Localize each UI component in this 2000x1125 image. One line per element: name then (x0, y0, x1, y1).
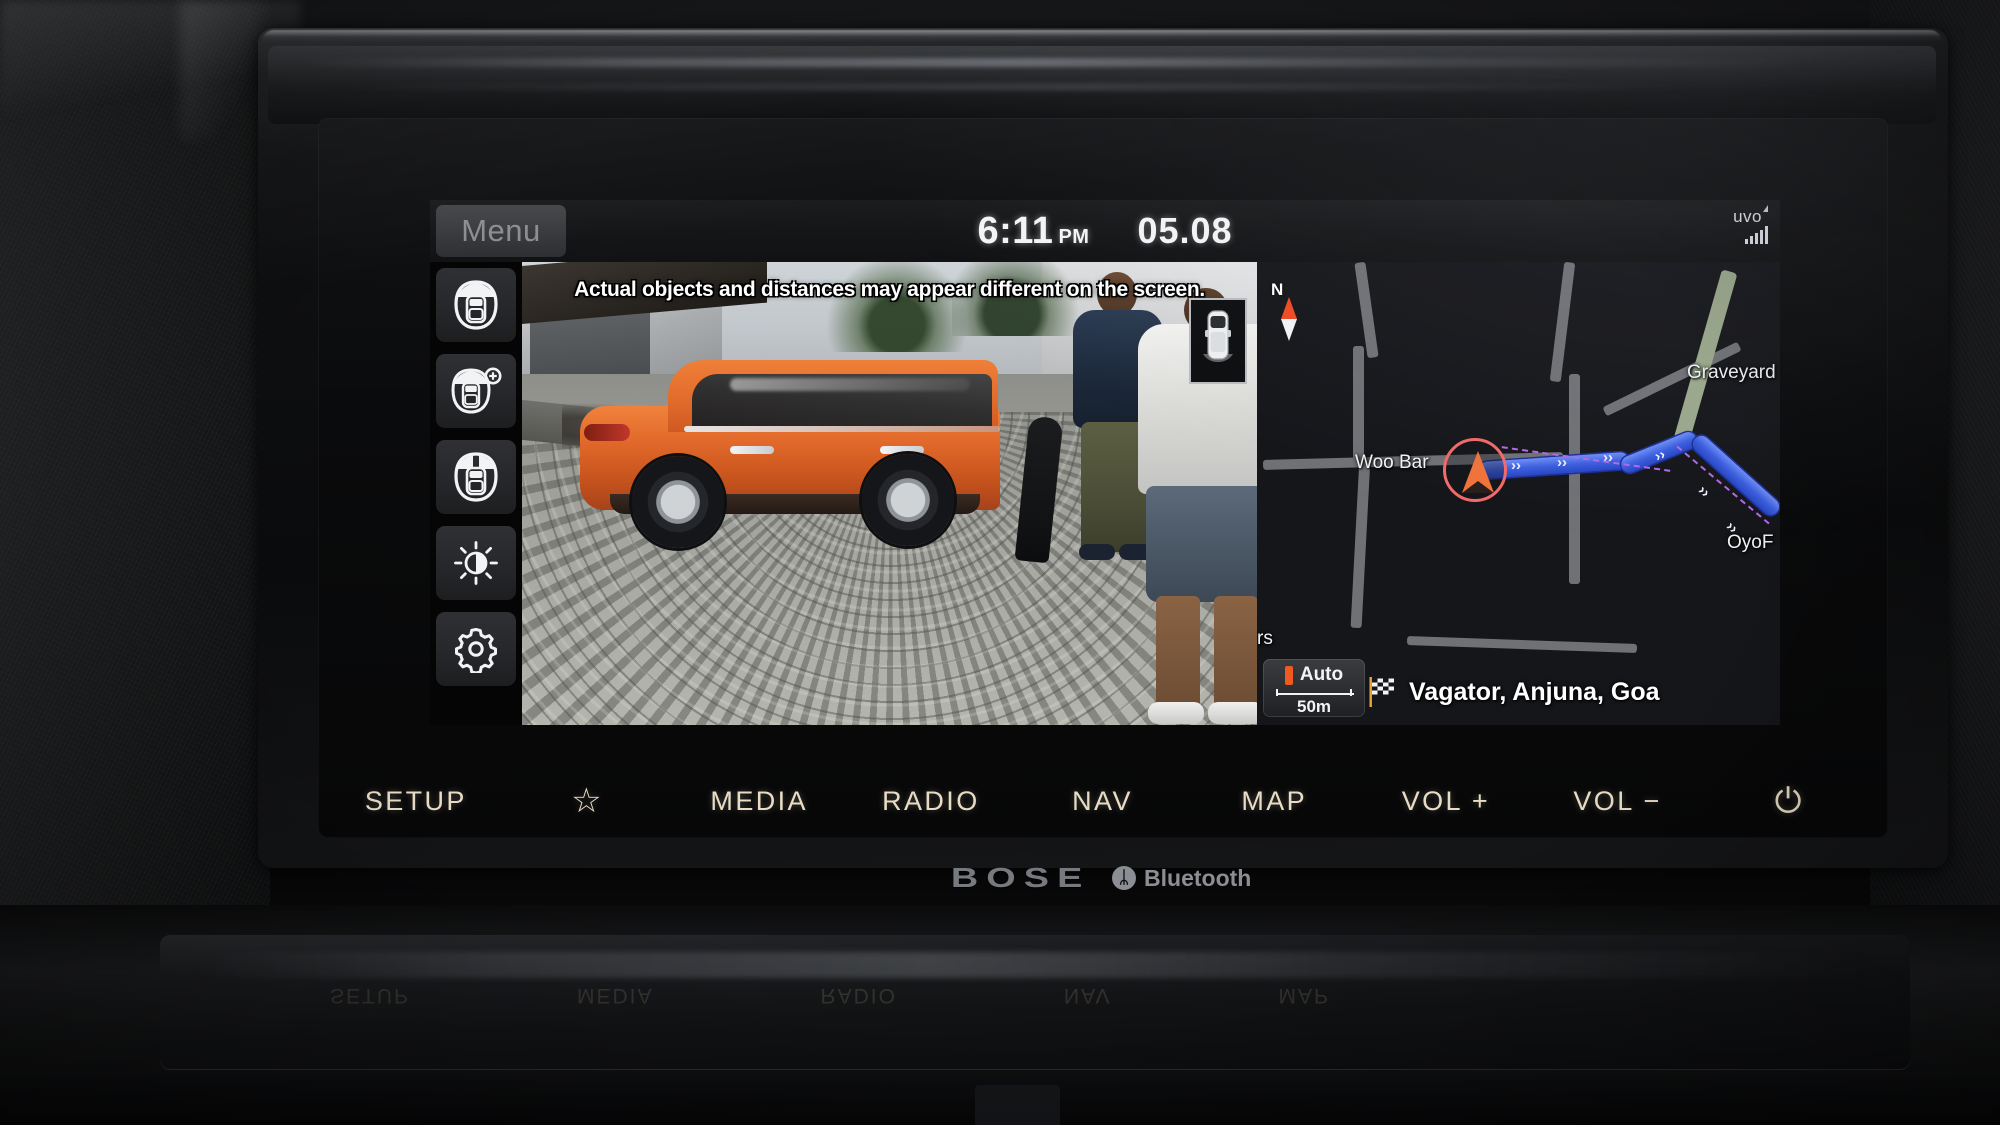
suv-glass-reflection (730, 378, 970, 391)
map-label-graveyard-yard: Graveyard Yard (1687, 362, 1780, 383)
pedestrian-b-leg-right (1214, 596, 1257, 708)
hw-button-radio[interactable]: RADIO (845, 755, 1017, 847)
suv-wheel-front (862, 454, 954, 546)
map-road-lower (1406, 635, 1638, 654)
car-wide-view-icon (450, 366, 502, 416)
suv-tail-light (584, 424, 630, 441)
clock-ampm: PM (1058, 225, 1090, 248)
bezel-reflection-streak-secondary (330, 84, 1710, 90)
hardware-button-row: SETUP ☆ MEDIA RADIO NAV MAP VOL + VOL − … (330, 755, 1875, 847)
clock-area: 6:11 PM 05.08 (430, 200, 1780, 262)
ghost-label-nav: NAV (1063, 984, 1112, 1007)
map-label-woo-bar: Woo Bar (1355, 452, 1429, 473)
map-label-oyof: OyoF (1727, 532, 1774, 553)
navigation-map[interactable]: N ›› ›› ›› ›› ›› ›› Graveyard Yard Woo B… (1257, 262, 1780, 725)
scene-palm-tree-1 (822, 262, 972, 352)
uvo-logo: uvo (1733, 205, 1768, 225)
ghost-label-media: MEDIA (576, 984, 654, 1007)
suv-door-handle-front (880, 446, 924, 454)
rear-view-camera-button[interactable] (436, 268, 516, 342)
map-route-segment-3 (1689, 432, 1780, 519)
map-route-chevron-1: ›› (1511, 457, 1521, 474)
bezel-chrome-edge (262, 30, 1942, 42)
car-split-view-icon (453, 452, 499, 502)
camera-view-rail (430, 262, 522, 725)
console-reflected-labels: SETUP MEDIA RADIO NAV MAP (330, 975, 1330, 1015)
bluetooth-label: Bluetooth (1144, 864, 1252, 891)
ghost-label-radio: RADIO (820, 984, 897, 1007)
map-scale-mode-swatch (1284, 665, 1293, 685)
brightness-icon (452, 539, 500, 587)
dashboard-left-texture (0, 0, 270, 1000)
brand-strip: BOSE ᛦ Bluetooth (880, 858, 1340, 898)
map-road-vertical-mid (1569, 374, 1580, 584)
map-route-chevron-5: ›› (1694, 481, 1714, 502)
map-destination-text: Vagator, Anjuna, Goa (1409, 677, 1660, 706)
hw-button-volume-up[interactable]: VOL + (1360, 755, 1532, 847)
clock-time: 6:11 PM (977, 210, 1089, 253)
console-center-notch (975, 1085, 1060, 1125)
uvo-status-group: uvo (1733, 205, 1768, 244)
top-down-car-guide-icon (1189, 298, 1247, 384)
map-destination-bar[interactable]: Vagator, Anjuna, Goa (1369, 669, 1776, 715)
rear-camera-feed: Actual objects and distances may appear … (522, 262, 1257, 725)
hw-button-setup[interactable]: SETUP (330, 755, 502, 847)
camera-warning-text: Actual objects and distances may appear … (574, 278, 1205, 301)
pedestrian-b-shoe-right (1208, 702, 1257, 724)
car-rear-view-icon (453, 280, 499, 330)
infotainment-screen: Menu 6:11 PM 05.08 uvo Actual objects an… (430, 200, 1780, 725)
split-view-camera-button[interactable] (436, 440, 516, 514)
suv-wheel-rear (632, 456, 724, 548)
hw-button-nav[interactable]: NAV (1017, 755, 1189, 847)
map-scale-mode-label: Auto (1299, 664, 1344, 685)
power-icon[interactable]: ⏻ (1703, 755, 1875, 847)
compass-needle-south (1281, 319, 1297, 341)
map-road-north-3 (1549, 262, 1576, 383)
map-road-south-1 (1350, 457, 1371, 629)
status-bar: Menu 6:11 PM 05.08 uvo (430, 200, 1780, 262)
bluetooth-branding: ᛦ Bluetooth (1112, 865, 1251, 892)
map-green-corridor (1672, 269, 1738, 447)
map-road-north-1 (1354, 262, 1379, 359)
clock-time-value: 6:11 (977, 209, 1054, 252)
map-road-north-2 (1353, 346, 1364, 466)
brightness-button[interactable] (436, 526, 516, 600)
hw-button-map[interactable]: MAP (1188, 755, 1360, 847)
suv-door-handle-rear (730, 446, 774, 454)
camera-scene (522, 262, 1257, 725)
hw-button-media[interactable]: MEDIA (673, 755, 845, 847)
dashboard-edge-highlight (180, 0, 260, 140)
pedestrian-b-shorts (1146, 486, 1257, 602)
camera-settings-button[interactable] (436, 612, 516, 686)
gear-icon (452, 625, 500, 673)
map-scale-indicator[interactable]: Auto 50m (1263, 659, 1365, 717)
checkered-flag-icon (1369, 677, 1397, 707)
pedestrian-b-leg-left (1156, 596, 1200, 708)
clock-date: 05.08 (1137, 210, 1233, 251)
compass-needle-north (1281, 297, 1297, 319)
scene-orange-suv (580, 354, 1000, 548)
ghost-label-setup: SETUP (330, 984, 411, 1007)
bezel-reflection-streak (300, 58, 1820, 67)
map-scale-bar (1276, 689, 1354, 696)
pedestrian-a-shoe-left (1079, 544, 1115, 560)
bluetooth-icon: ᛦ (1112, 866, 1137, 890)
map-vehicle-marker (1443, 438, 1507, 502)
screenshot-root: Menu 6:11 PM 05.08 uvo Actual objects an… (0, 0, 2000, 1125)
suv-beltline-trim (684, 426, 1000, 432)
hw-button-volume-down[interactable]: VOL − (1532, 755, 1704, 847)
map-scale-mode-row: Auto (1284, 664, 1344, 686)
bose-logo: BOSE (950, 862, 1091, 893)
map-compass: N (1271, 280, 1301, 342)
map-vehicle-arrow-notch (1462, 481, 1494, 493)
signal-bars-icon (1745, 226, 1768, 244)
ghost-label-map: MAP (1278, 984, 1330, 1007)
wide-view-camera-button[interactable] (436, 354, 516, 428)
map-scale-distance-label: 50m (1296, 697, 1332, 716)
map-label-partial: rs (1257, 628, 1273, 649)
pedestrian-b-shoe-left (1148, 702, 1204, 724)
favorite-star-icon[interactable]: ☆ (502, 755, 674, 847)
